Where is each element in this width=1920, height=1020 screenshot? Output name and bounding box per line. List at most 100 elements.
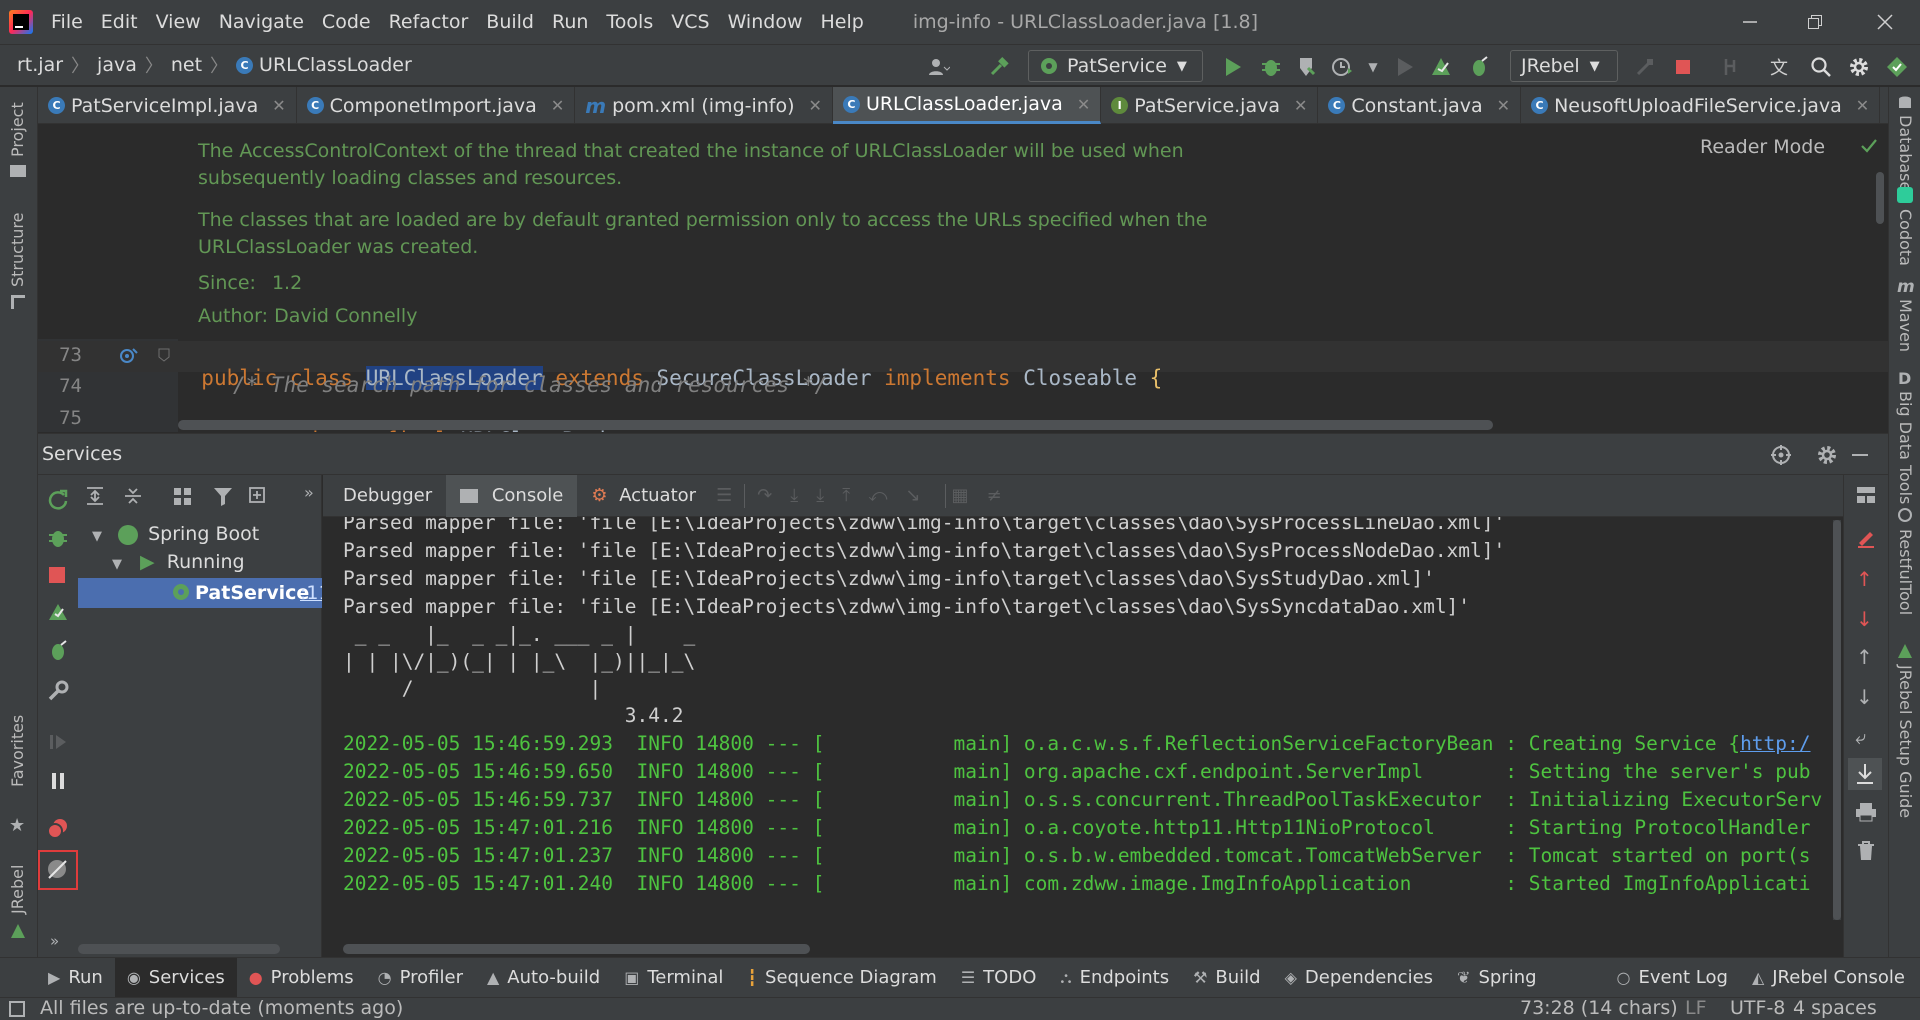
jrebel-run-icon[interactable] — [47, 601, 69, 623]
jrebel-tool-tab[interactable]: JRebel — [8, 865, 27, 914]
database-tool-tab[interactable]: Database — [1896, 115, 1915, 191]
fold-icon[interactable] — [158, 348, 170, 362]
scroll-to-end-button[interactable] — [1848, 758, 1882, 790]
close-icon[interactable]: ✕ — [809, 96, 822, 115]
add-service-icon[interactable] — [248, 485, 272, 507]
layout-icon[interactable] — [1856, 485, 1876, 505]
tool-dependencies[interactable]: ◈ Dependencies — [1273, 958, 1445, 998]
vcs-update-button[interactable] — [1718, 54, 1744, 80]
menu-code[interactable]: Code — [313, 0, 380, 44]
tab-console[interactable]: Console — [446, 474, 578, 517]
restore-button[interactable] — [1785, 0, 1845, 44]
console-vertical-scrollbar[interactable] — [1833, 520, 1841, 920]
drop-frame-icon[interactable]: ⤺ — [868, 485, 887, 506]
evaluate-icon[interactable]: ▦ — [952, 485, 969, 506]
maven-tool-tab[interactable]: Maven — [1896, 299, 1915, 352]
tool-terminal[interactable]: ▣ Terminal — [612, 958, 735, 998]
close-icon[interactable]: ✕ — [1077, 95, 1090, 114]
breadcrumb-class[interactable]: URLClassLoader — [259, 54, 412, 76]
hide-panel-icon[interactable] — [1852, 454, 1868, 456]
tool-services[interactable]: ◉ Services — [114, 957, 237, 998]
jrebel-debug-button[interactable] — [1466, 54, 1492, 80]
profile-button[interactable] — [1330, 54, 1356, 80]
structure-tool-tab[interactable]: Structure — [8, 213, 27, 287]
close-window-button[interactable] — [1855, 0, 1915, 44]
jrebel-debug-icon[interactable] — [47, 640, 69, 662]
menu-refactor[interactable]: Refactor — [380, 0, 478, 44]
tab-patserviceimpl[interactable]: C PatServiceImpl.java ✕ — [38, 87, 297, 124]
mute-breakpoints-button[interactable] — [38, 850, 78, 890]
menu-file[interactable]: File — [42, 0, 92, 44]
filter-icon[interactable] — [212, 485, 234, 507]
editor-horizontal-scrollbar[interactable] — [178, 420, 1493, 430]
menu-run[interactable]: Run — [543, 0, 597, 44]
line-separator[interactable]: LF — [1685, 997, 1707, 1019]
force-step-into-icon[interactable]: ⤓ — [816, 485, 824, 506]
favorites-tool-tab[interactable]: Favorites — [8, 715, 27, 787]
attach-run-button[interactable] — [1392, 54, 1418, 80]
menu-window[interactable]: Window — [719, 0, 812, 44]
tree-node-spring-boot[interactable]: ▼ Spring Boot — [92, 520, 259, 548]
tab-constant[interactable]: C Constant.java ✕ — [1318, 87, 1522, 124]
tool-run[interactable]: ▶ Run — [36, 958, 115, 998]
menu-vcs[interactable]: VCS — [662, 0, 718, 44]
pause-icon[interactable] — [50, 772, 66, 790]
locate-button[interactable] — [1770, 444, 1792, 466]
group-by-icon[interactable] — [172, 485, 194, 507]
trash-icon[interactable] — [1856, 841, 1876, 861]
step-over-icon[interactable]: ↷ — [757, 485, 772, 506]
tab-patservice[interactable]: I PatService.java ✕ — [1101, 87, 1319, 124]
rerun-button[interactable] — [1632, 54, 1658, 80]
tree-node-running[interactable]: ▼ ▶ Running — [112, 548, 245, 576]
tab-actuator[interactable]: ⚙ Actuator — [577, 475, 710, 517]
inspection-ok-icon[interactable] — [1860, 138, 1878, 154]
menu-build[interactable]: Build — [477, 0, 543, 44]
trace-icon[interactable]: ≠ — [987, 485, 1002, 506]
close-icon[interactable]: ✕ — [1294, 96, 1307, 115]
indent-setting[interactable]: 4 spaces — [1793, 997, 1877, 1019]
codota-tool-tab[interactable]: Codota — [1896, 209, 1915, 266]
breadcrumb-jar[interactable]: rt.jar — [17, 54, 63, 76]
reader-mode-toggle[interactable]: Reader Mode — [1700, 136, 1825, 158]
implemented-method-icon[interactable] — [118, 346, 140, 366]
jrebel-run-button[interactable] — [1428, 54, 1454, 80]
log-link[interactable]: http:/ — [1740, 732, 1810, 755]
menu-edit[interactable]: Edit — [92, 0, 147, 44]
run-config-select[interactable]: PatService ▼ — [1028, 50, 1203, 82]
collapse-all-icon[interactable] — [122, 485, 144, 507]
restfultool-tab[interactable]: RestfulTool — [1896, 529, 1915, 615]
tool-profiler[interactable]: ◔ Profiler — [366, 958, 475, 998]
up-stack-icon[interactable]: ↑ — [1856, 645, 1873, 669]
jetbrains-toolbox-button[interactable] — [1884, 54, 1910, 80]
close-icon[interactable]: ✕ — [551, 96, 564, 115]
tab-urlclassloader[interactable]: C URLClassLoader.java ✕ — [832, 87, 1102, 124]
settings-button[interactable] — [1846, 54, 1872, 80]
step-out-icon[interactable]: ⤒ — [842, 485, 850, 506]
jrebel-select[interactable]: JRebel ▼ — [1510, 50, 1618, 82]
close-icon[interactable]: ✕ — [1497, 96, 1510, 115]
debug-icon[interactable] — [47, 527, 69, 549]
caret-position[interactable]: 73:28 (14 chars) — [1520, 997, 1678, 1019]
more-run-dropdown-icon[interactable]: ▼ — [1360, 54, 1386, 80]
clear-highlight-icon[interactable] — [1856, 528, 1876, 548]
scroll-thumb[interactable] — [1833, 520, 1841, 920]
next-error-icon[interactable]: ↓ — [1856, 607, 1873, 631]
breadcrumb-net[interactable]: net — [171, 54, 202, 76]
build-hammer-icon[interactable] — [986, 54, 1012, 80]
close-icon[interactable]: ✕ — [272, 96, 285, 115]
resume-icon[interactable] — [49, 733, 67, 751]
close-icon[interactable]: ✕ — [1856, 96, 1869, 115]
editor-vertical-scrollbar[interactable] — [1876, 172, 1884, 224]
soft-wrap-icon[interactable]: ⤶ — [1855, 725, 1866, 749]
tree-node-patservice[interactable]: PatService :11 — [78, 578, 322, 608]
menu-view[interactable]: View — [147, 0, 210, 44]
tool-jrebel-console[interactable]: ◭ JRebel Console — [1740, 958, 1917, 998]
prev-error-icon[interactable]: ↑ — [1856, 567, 1873, 591]
translate-icon[interactable]: 文 — [1766, 54, 1792, 80]
view-breakpoints-icon[interactable] — [47, 817, 69, 839]
search-button[interactable] — [1808, 54, 1834, 80]
expand-all-icon[interactable] — [84, 485, 106, 507]
tab-pom-xml[interactable]: m pom.xml (img-info) ✕ — [575, 87, 833, 124]
debug-button[interactable] — [1258, 54, 1284, 80]
big-data-tools-tab[interactable]: Big Data Tools — [1896, 391, 1915, 504]
